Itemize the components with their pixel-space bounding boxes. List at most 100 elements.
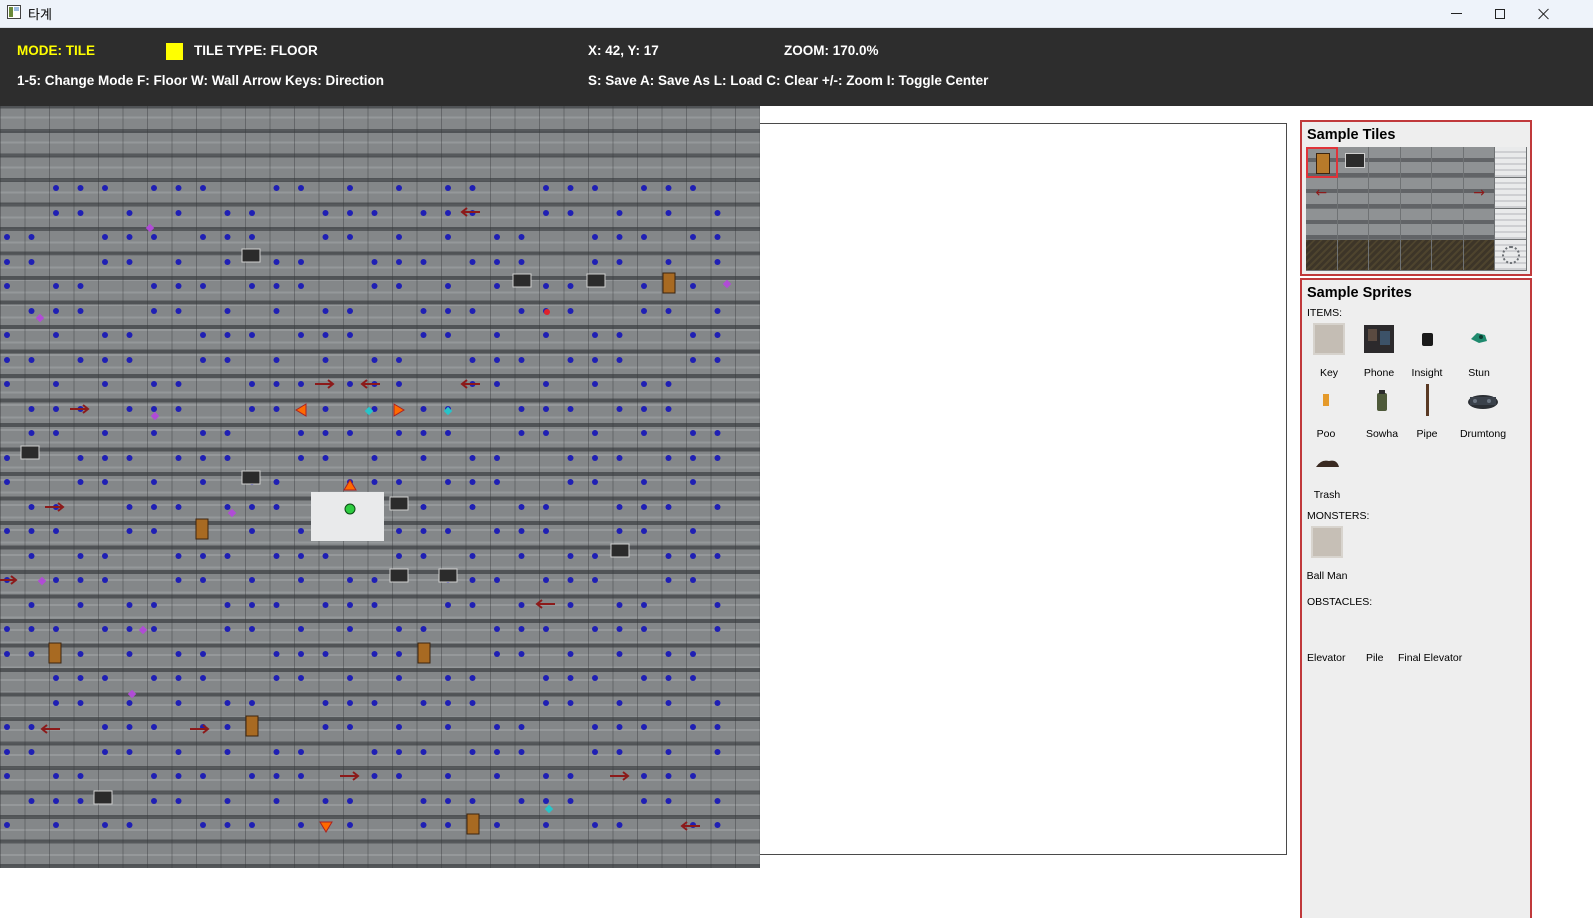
tile-swatch-floor[interactable] <box>1432 209 1464 240</box>
stun-icon <box>1471 333 1487 343</box>
sprite-pipe[interactable]: Pipe <box>1401 384 1453 440</box>
sprite-stun[interactable]: Stun <box>1453 323 1505 379</box>
tile-swatch-dark[interactable] <box>1463 240 1496 271</box>
path-marker <box>396 283 402 289</box>
obstacle-pile[interactable]: Pile <box>1366 652 1384 664</box>
path-marker <box>690 234 696 240</box>
sprite-insight[interactable]: Insight <box>1401 323 1453 379</box>
tile-swatch-floor[interactable] <box>1400 209 1433 240</box>
tile-swatch-graffiti[interactable] <box>1463 147 1496 178</box>
path-marker <box>714 553 721 559</box>
path-marker <box>4 724 10 730</box>
sprite-ball-man[interactable]: Ball Man <box>1301 526 1353 582</box>
tile-swatch-white-wall[interactable] <box>1495 178 1527 209</box>
tile-swatch-white-wall[interactable] <box>1495 147 1527 178</box>
path-marker <box>714 259 721 265</box>
ball-man-icon <box>1311 526 1343 558</box>
tile-swatch-arrow-right[interactable]: → <box>1463 178 1496 209</box>
path-marker <box>102 234 108 240</box>
tile-swatch-door[interactable] <box>1306 147 1338 178</box>
path-marker <box>249 700 255 706</box>
close-button[interactable] <box>1522 0 1566 27</box>
monsters-section-label: MONSTERS: <box>1307 510 1370 522</box>
tile-swatch-floor[interactable] <box>1337 209 1370 240</box>
path-marker <box>567 700 574 706</box>
path-marker <box>567 357 574 363</box>
path-marker <box>53 626 59 632</box>
path-marker <box>665 553 672 559</box>
path-marker <box>322 553 329 559</box>
canvas-area[interactable] <box>760 123 1287 855</box>
sprite-key[interactable]: Key <box>1303 323 1355 379</box>
path-marker <box>175 504 182 510</box>
tile-swatch-floor[interactable] <box>1369 147 1401 178</box>
tile-swatch-machine[interactable] <box>1337 147 1370 178</box>
path-marker <box>396 675 402 681</box>
path-marker <box>543 675 549 681</box>
path-marker <box>175 185 182 191</box>
maximize-button[interactable] <box>1478 0 1522 27</box>
obstacle-elevator[interactable]: Elevator <box>1307 652 1346 664</box>
path-marker <box>273 479 280 485</box>
path-marker <box>641 234 647 240</box>
door-icon <box>195 518 209 540</box>
tile-swatch-floor[interactable] <box>1432 147 1464 178</box>
path-marker <box>567 308 574 314</box>
tile-swatch-floor[interactable] <box>1432 178 1464 209</box>
sprite-phone[interactable]: Phone <box>1353 323 1405 379</box>
path-marker <box>616 210 623 216</box>
path-marker <box>249 577 255 583</box>
tile-swatch-floor[interactable] <box>1400 178 1433 209</box>
path-marker <box>714 822 721 828</box>
path-marker <box>224 357 231 363</box>
path-marker <box>126 259 133 265</box>
tile-swatch-dark[interactable] <box>1306 240 1338 271</box>
path-marker <box>567 455 574 461</box>
tile-swatch-dark[interactable] <box>1337 240 1370 271</box>
path-marker <box>77 357 84 363</box>
path-marker <box>690 528 696 534</box>
tile-swatch-floor[interactable] <box>1463 209 1496 240</box>
path-marker <box>543 626 549 632</box>
obstacle-final-elevator[interactable]: Final Elevator <box>1398 652 1462 664</box>
tile-swatch-floor[interactable] <box>1337 178 1370 209</box>
path-marker <box>175 283 182 289</box>
poo-icon <box>1323 394 1329 406</box>
tile-swatch-dark[interactable] <box>1400 240 1433 271</box>
tile-swatch-dark[interactable] <box>1432 240 1464 271</box>
path-marker <box>28 504 35 510</box>
tile-swatch-floor[interactable] <box>1306 209 1338 240</box>
path-marker <box>494 234 500 240</box>
path-marker <box>690 479 696 485</box>
path-marker <box>273 406 280 412</box>
path-marker <box>567 602 574 608</box>
path-marker <box>102 357 108 363</box>
path-marker <box>298 651 304 657</box>
path-marker <box>28 406 35 412</box>
path-marker <box>4 234 10 240</box>
tile-swatch-white-wall[interactable] <box>1495 209 1527 240</box>
path-marker <box>518 553 525 559</box>
path-marker <box>224 210 231 216</box>
minimize-button[interactable] <box>1434 0 1478 27</box>
sprite-drumtong[interactable]: Drumtong <box>1457 384 1509 440</box>
path-marker <box>494 651 500 657</box>
map-grid[interactable] <box>0 106 760 868</box>
sprite-trash[interactable]: Trash <box>1301 445 1353 501</box>
path-marker <box>151 675 157 681</box>
spawn-down-icon <box>319 821 333 833</box>
path-marker <box>126 210 133 216</box>
path-marker <box>396 749 402 755</box>
path-marker <box>518 724 525 730</box>
sprite-poo[interactable]: Poo <box>1300 384 1352 440</box>
tile-swatch-floor[interactable] <box>1369 209 1401 240</box>
tile-swatch-rubble[interactable] <box>1400 147 1433 178</box>
path-marker <box>396 381 402 387</box>
tile-swatch-dark[interactable] <box>1369 240 1401 271</box>
phone-icon <box>1364 325 1394 353</box>
path-marker <box>396 651 402 657</box>
tile-swatch-rubble[interactable] <box>1369 178 1401 209</box>
tile-swatch-fan[interactable] <box>1495 240 1527 271</box>
tile-swatch-arrow-left[interactable]: ← <box>1306 178 1338 209</box>
path-marker <box>249 234 255 240</box>
